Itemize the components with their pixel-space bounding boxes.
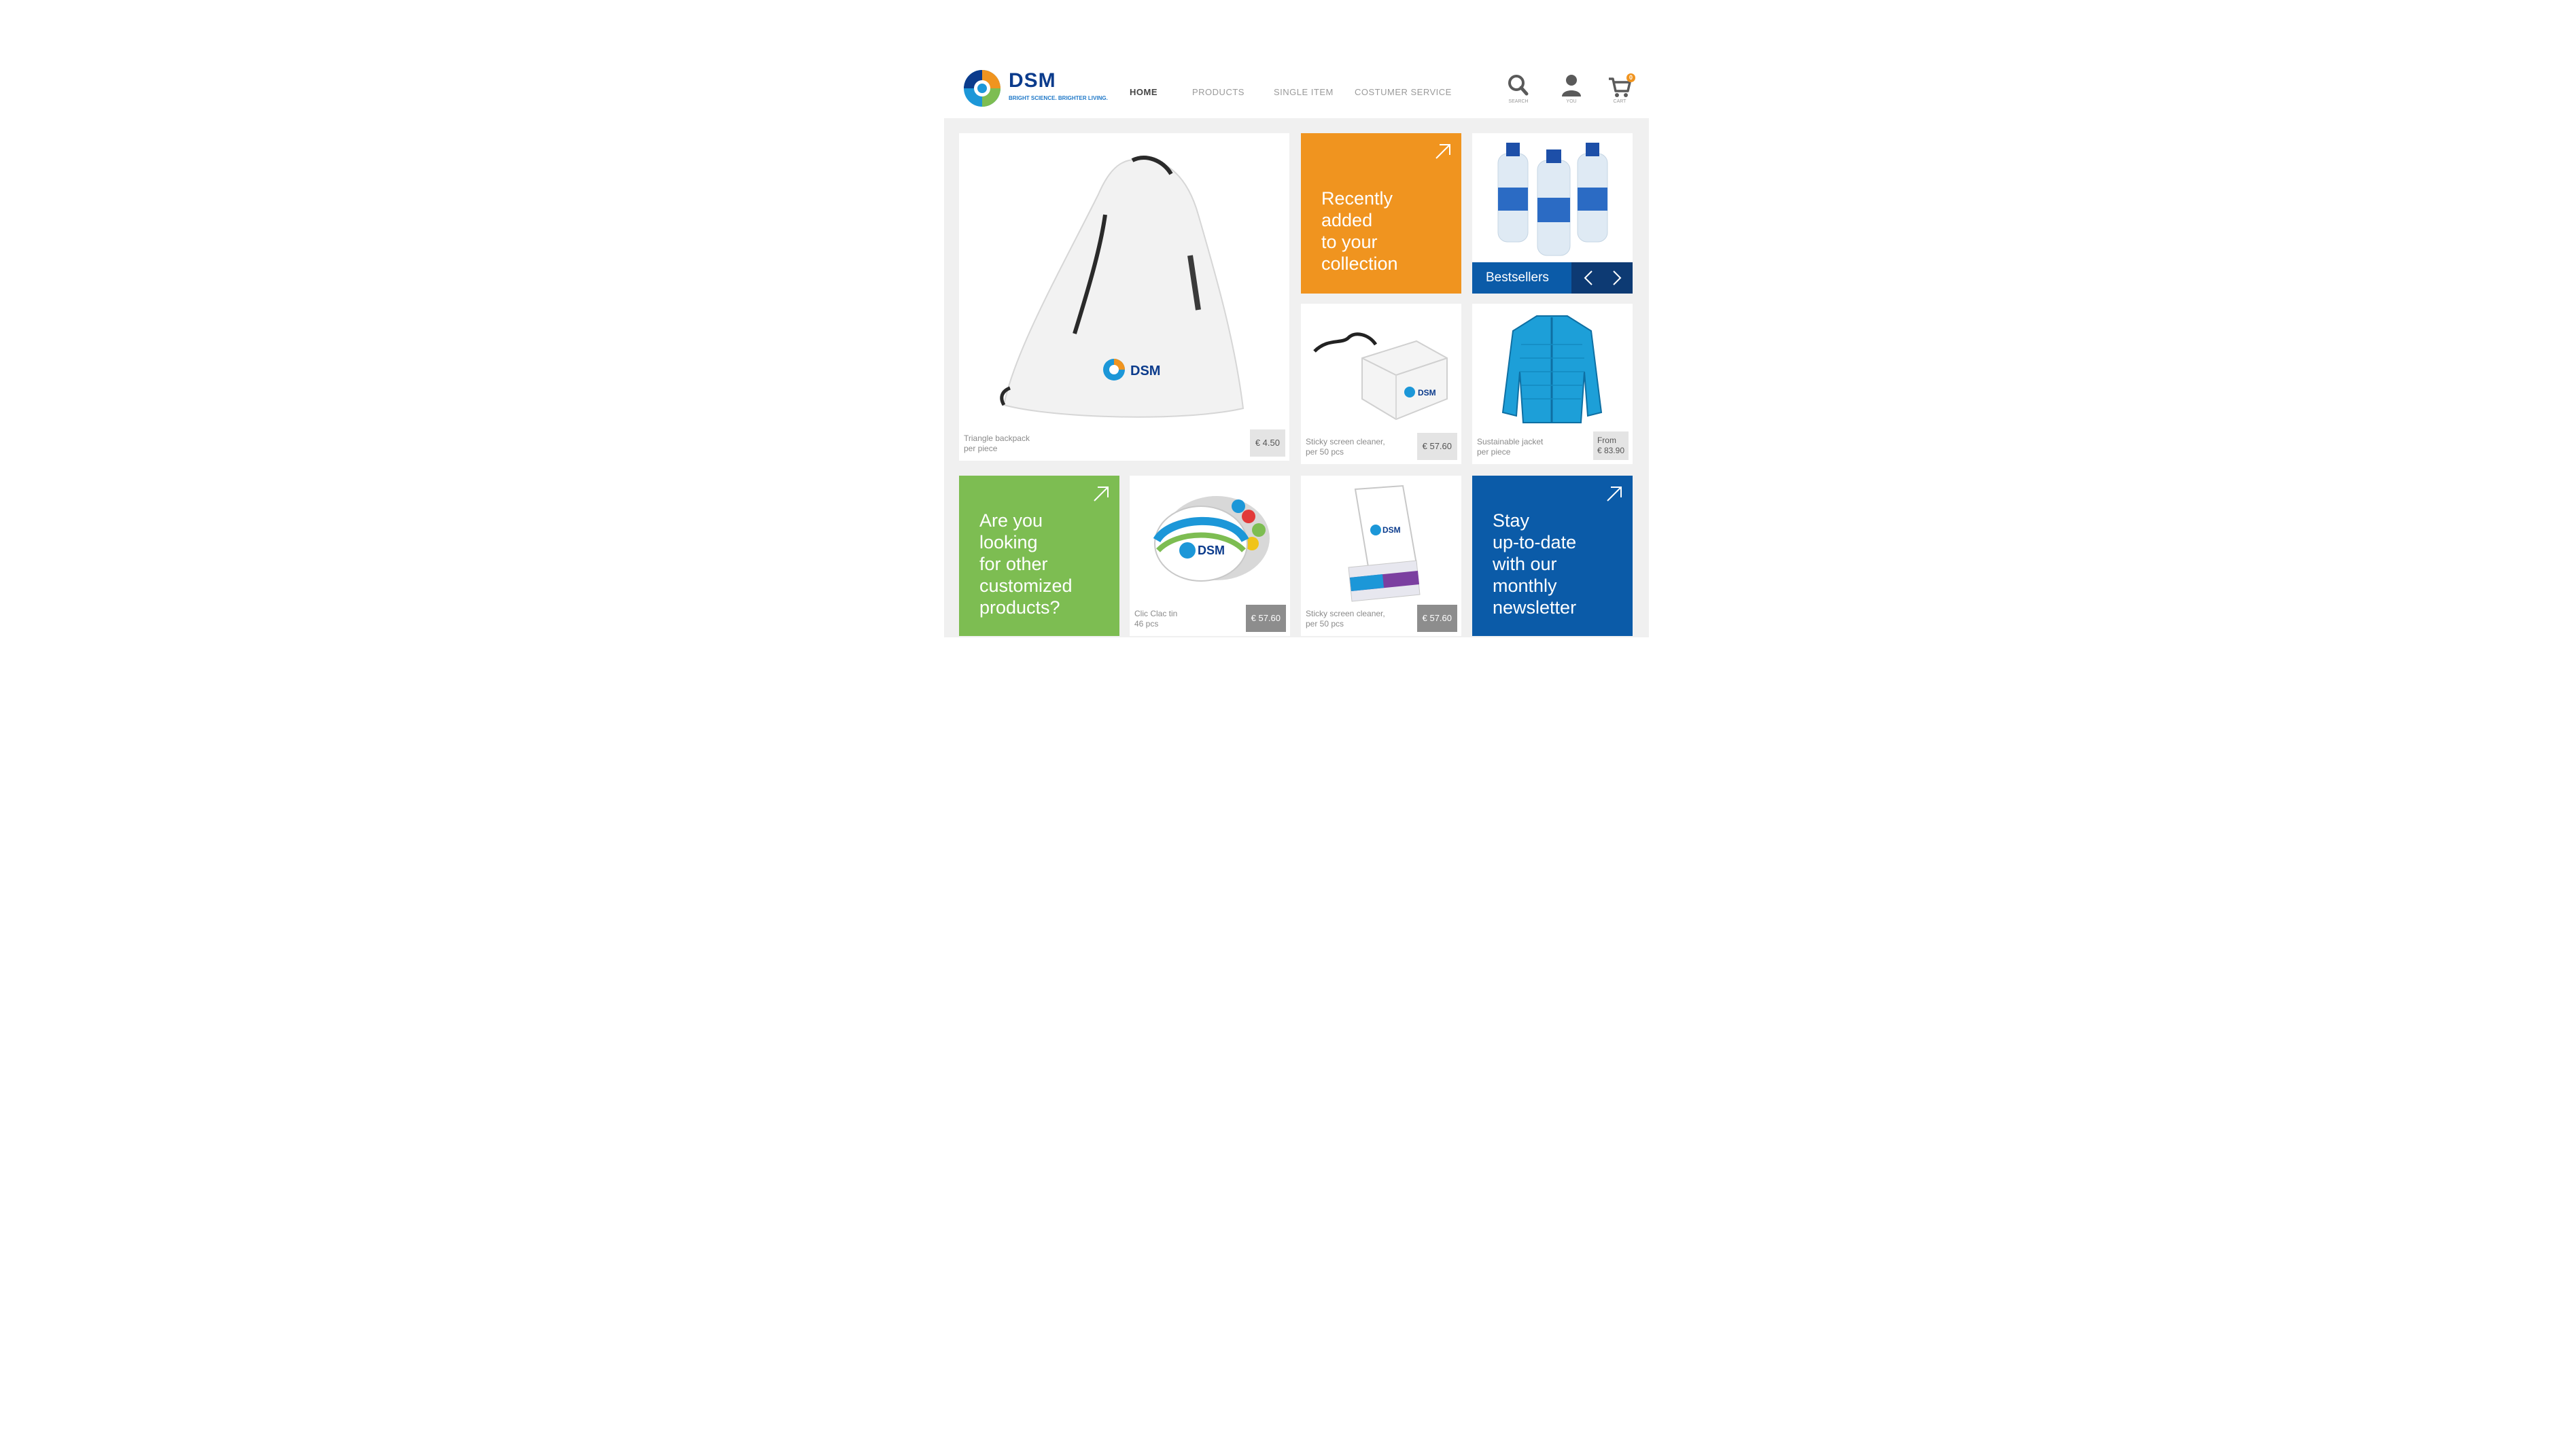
price-tag: € 57.60: [1416, 433, 1457, 460]
product-unit: per piece: [964, 444, 998, 453]
cart-label: CART: [1613, 99, 1626, 104]
promo-line: up-to-date: [1493, 532, 1577, 552]
search-icon: [1508, 75, 1529, 96]
nav-single-item[interactable]: SINGLE ITEM: [1274, 87, 1334, 97]
bestsellers-label: Bestsellers: [1486, 270, 1549, 285]
product-caption: Sustainable jacket per piece: [1477, 437, 1543, 457]
nav-home[interactable]: HOME: [1130, 87, 1158, 97]
you-label: YOU: [1566, 99, 1577, 104]
promo-line: with our: [1493, 554, 1557, 574]
chevron-left-icon[interactable]: [1580, 268, 1599, 287]
site-frame: DSM BRIGHT SCIENCE. BRIGHTER LIVING. HOM…: [944, 60, 1649, 637]
search-label: SEARCH: [1508, 99, 1529, 104]
promo-line: monthly: [1493, 576, 1557, 596]
backpack-image: DSM: [1000, 156, 1245, 418]
logo-wordmark: DSM: [1009, 69, 1056, 92]
clic-clac-tin-image: DSM: [1153, 496, 1270, 582]
product-caption: Triangle backpack per piece: [964, 434, 1030, 454]
promo-line: customized: [979, 576, 1073, 596]
cart-button[interactable]: 0 CART: [1605, 72, 1635, 106]
product-tile-clic-clac-tin[interactable]: DSM Clic Clac tin 46 pcs € 57.60: [1130, 476, 1290, 636]
promo-line: Stay: [1493, 510, 1530, 531]
product-name: Sticky screen cleaner,: [1306, 609, 1385, 618]
promo-line: added: [1321, 210, 1373, 230]
promo-text: Stay up-to-date with our monthly newslet…: [1493, 510, 1576, 618]
bestsellers-bar: Bestsellers: [1472, 262, 1633, 294]
account-button[interactable]: YOU: [1556, 72, 1586, 106]
promo-customized-products[interactable]: Are you looking for other customized pro…: [959, 476, 1119, 636]
water-bottles-image: [1497, 143, 1608, 256]
product-unit: per piece: [1477, 447, 1511, 457]
product-caption: Sticky screen cleaner, per 50 pcs: [1306, 609, 1385, 629]
price-tag: From € 83.90: [1592, 431, 1629, 460]
cart-count-badge: 0: [1626, 73, 1635, 82]
promo-line: Are you: [979, 510, 1043, 531]
dsm-logo-icon: [964, 70, 1000, 107]
product-name: Clic Clac tin: [1134, 609, 1178, 618]
svg-text:DSM: DSM: [1418, 388, 1436, 398]
price-tag: € 4.50: [1249, 429, 1285, 457]
header: DSM BRIGHT SCIENCE. BRIGHTER LIVING. HOM…: [944, 60, 1649, 118]
price-tag: € 57.60: [1416, 605, 1457, 632]
promo-line: Recently: [1321, 188, 1393, 209]
chevron-right-icon[interactable]: [1607, 268, 1626, 287]
product-tile-screen-cleaner[interactable]: DSM Sticky screen cleaner, per 50 pcs € …: [1301, 304, 1461, 464]
svg-text:DSM: DSM: [1198, 544, 1225, 557]
jacket-image: [1501, 315, 1603, 423]
product-caption: Sticky screen cleaner, per 50 pcs: [1306, 437, 1385, 457]
logo[interactable]: DSM BRIGHT SCIENCE. BRIGHTER LIVING.: [962, 67, 1108, 110]
product-unit: per 50 pcs: [1306, 619, 1344, 629]
arrow-up-right-icon: [1094, 487, 1109, 501]
price-value: € 83.90: [1597, 446, 1624, 455]
bestsellers-carousel[interactable]: Bestsellers: [1472, 133, 1633, 294]
promo-text: Are you looking for other customized pro…: [979, 510, 1073, 618]
nav-customer-service[interactable]: COSTUMER SERVICE: [1355, 87, 1452, 97]
promo-line: collection: [1321, 253, 1398, 274]
product-unit: 46 pcs: [1134, 619, 1159, 629]
logo-tagline: BRIGHT SCIENCE. BRIGHTER LIVING.: [1009, 95, 1108, 101]
promo-line: newsletter: [1493, 597, 1577, 618]
arrow-up-right-icon: [1607, 487, 1622, 501]
promo-line: for other: [979, 554, 1048, 574]
price-tag: € 57.60: [1245, 605, 1286, 632]
product-name: Sticky screen cleaner,: [1306, 437, 1385, 446]
product-tile-backpack[interactable]: DSM Triangle backpack per piece € 4.50: [959, 133, 1289, 461]
promo-line: products?: [979, 597, 1060, 618]
search-button[interactable]: SEARCH: [1503, 72, 1533, 106]
svg-text:DSM: DSM: [1130, 364, 1160, 378]
arrow-up-right-icon: [1435, 144, 1450, 159]
user-icon: [1562, 75, 1581, 96]
svg-text:DSM: DSM: [1382, 525, 1401, 535]
product-tile-jacket[interactable]: Sustainable jacket per piece From € 83.9…: [1472, 304, 1633, 464]
product-caption: Clic Clac tin 46 pcs: [1134, 609, 1177, 629]
price-prefix: From: [1597, 436, 1616, 445]
nav-products[interactable]: PRODUCTS: [1192, 87, 1245, 97]
product-grid: DSM Triangle backpack per piece € 4.50 R…: [944, 118, 1649, 637]
product-unit: per 50 pcs: [1306, 447, 1344, 457]
phone-screen-cleaner-image: DSM: [1348, 484, 1421, 602]
promo-line: looking: [979, 532, 1038, 552]
carousel-controls: [1571, 262, 1633, 294]
product-name: Sustainable jacket: [1477, 437, 1544, 446]
promo-recently-added[interactable]: Recently added to your collection: [1301, 133, 1461, 294]
product-name: Triangle backpack: [964, 434, 1030, 443]
promo-text: Recently added to your collection: [1321, 188, 1398, 275]
screen-cleaner-image: DSM: [1313, 332, 1448, 421]
promo-line: to your: [1321, 232, 1378, 252]
product-tile-screen-cleaner-2[interactable]: DSM Sticky screen cleaner, per 50 pcs € …: [1301, 476, 1461, 636]
promo-newsletter[interactable]: Stay up-to-date with our monthly newslet…: [1472, 476, 1633, 636]
